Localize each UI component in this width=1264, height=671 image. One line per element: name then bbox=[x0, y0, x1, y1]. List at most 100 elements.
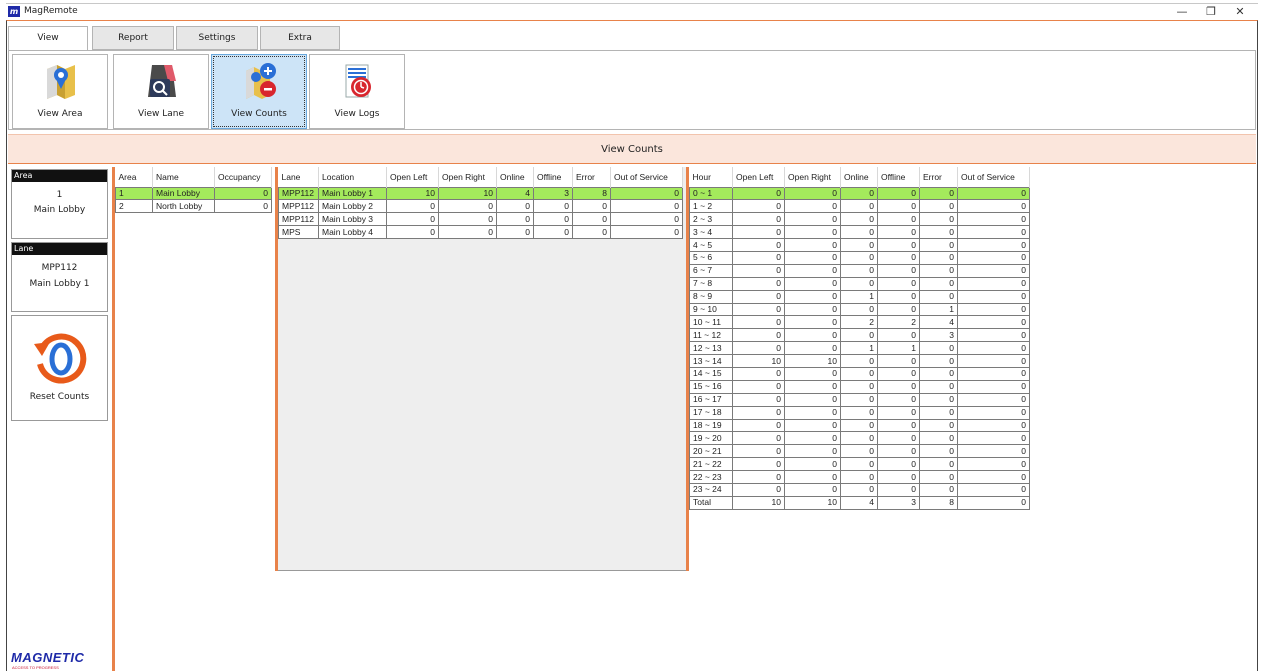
column-header[interactable]: Open Right bbox=[438, 167, 497, 187]
column-header[interactable]: Hour bbox=[689, 167, 733, 187]
table-row[interactable]: 12 ~ 13 0 0 1 1 0 0 bbox=[689, 341, 1030, 356]
table-cell: 4 ~ 5 bbox=[689, 238, 733, 252]
table-cell: 21 ~ 22 bbox=[689, 457, 733, 472]
lane-card[interactable]: Lane MPP112 Main Lobby 1 bbox=[11, 242, 108, 312]
table-cell: Main Lobby bbox=[152, 186, 215, 201]
table-row[interactable]: 11 ~ 12 0 0 0 0 3 0 bbox=[689, 328, 1030, 343]
table-row[interactable]: 18 ~ 19 0 0 0 0 0 0 bbox=[689, 418, 1030, 433]
table-row[interactable]: 6 ~ 7000000 bbox=[689, 263, 1030, 278]
table-row[interactable]: 17 ~ 18 0 0 0 0 0 0 bbox=[689, 405, 1030, 420]
table-cell: 0 bbox=[877, 225, 920, 240]
column-header[interactable]: Out of Service bbox=[610, 167, 683, 187]
area-grid-panel: Area Name Occupancy 1 Main Lobby 0 2 North L… bbox=[115, 167, 275, 571]
table-cell: 19 ~ 20 bbox=[689, 431, 733, 446]
area-card[interactable]: Area 1 Main Lobby bbox=[11, 169, 108, 239]
table-row[interactable]: 7 ~ 8000000 bbox=[689, 276, 1030, 291]
table-cell: 0 bbox=[877, 186, 920, 201]
window-title: MagRemote bbox=[24, 6, 78, 16]
column-header[interactable]: Online bbox=[496, 167, 534, 187]
table-cell: 0 bbox=[877, 431, 920, 446]
table-cell: 0 bbox=[572, 199, 611, 214]
view-lane-button[interactable]: View Lane bbox=[113, 54, 209, 129]
table-cell: 0 bbox=[610, 212, 683, 227]
tab-report[interactable]: Report bbox=[92, 26, 174, 50]
column-header[interactable]: Open Left bbox=[732, 167, 785, 187]
table-row[interactable]: 21 ~ 22 0 0 0 0 0 0 bbox=[689, 457, 1030, 472]
table-cell: 0 bbox=[784, 457, 841, 472]
table-row[interactable]: 1 ~ 2000000 bbox=[689, 199, 1030, 214]
table-row[interactable]: MPP112 Main Lobby 1 10 10 4 3 8 0 bbox=[278, 186, 683, 201]
table-row[interactable]: 14 ~ 15 0 0 0 0 0 0 bbox=[689, 366, 1030, 381]
table-row[interactable]: 0 ~ 1000000 bbox=[689, 186, 1030, 201]
table-cell: 1 bbox=[919, 302, 958, 317]
table-row[interactable]: MPS Main Lobby 4000000 bbox=[278, 225, 683, 240]
table-row[interactable]: 8 ~ 9001000 bbox=[689, 289, 1030, 304]
table-row[interactable]: 16 ~ 17 0 0 0 0 0 0 bbox=[689, 392, 1030, 407]
column-header[interactable]: Error bbox=[572, 167, 611, 187]
table-cell: MPS bbox=[278, 225, 319, 240]
table-row[interactable]: 10 ~ 11 0 0 2 2 4 0 bbox=[689, 315, 1030, 330]
table-row[interactable]: 1 Main Lobby 0 bbox=[115, 186, 272, 201]
table-cell: 0 bbox=[957, 354, 1030, 368]
table-row[interactable]: 15 ~ 16 0 0 0 0 0 0 bbox=[689, 379, 1030, 394]
view-counts-button[interactable]: View Counts bbox=[211, 54, 307, 129]
table-row[interactable]: Total 10 10 4 3 8 0 bbox=[689, 495, 1030, 510]
column-header[interactable]: Open Left bbox=[386, 167, 439, 187]
table-cell: 0 bbox=[214, 186, 272, 201]
view-logs-label: View Logs bbox=[334, 109, 380, 119]
column-header[interactable]: Offline bbox=[533, 167, 573, 187]
table-cell: 7 ~ 8 bbox=[689, 276, 733, 291]
table-cell: 0 bbox=[732, 431, 785, 446]
table-row[interactable]: 3 ~ 4000000 bbox=[689, 225, 1030, 240]
column-header[interactable]: Offline bbox=[877, 167, 920, 187]
minimize-button[interactable]: — bbox=[1168, 4, 1196, 21]
close-button[interactable]: ✕ bbox=[1226, 4, 1254, 21]
table-cell: 13 ~ 14 bbox=[689, 354, 733, 368]
table-row[interactable]: 4 ~ 5000000 bbox=[689, 238, 1030, 252]
table-cell: 0 bbox=[784, 379, 841, 394]
tab-extra[interactable]: Extra bbox=[260, 26, 340, 50]
area-card-header: Area bbox=[12, 170, 107, 182]
table-cell: 0 bbox=[877, 470, 920, 484]
view-logs-button[interactable]: View Logs bbox=[309, 54, 405, 129]
table-cell: 0 bbox=[840, 444, 878, 459]
table-cell: 0 bbox=[957, 392, 1030, 407]
table-cell: 0 bbox=[840, 212, 878, 227]
table-row[interactable]: 2 ~ 3000000 bbox=[689, 212, 1030, 227]
column-header[interactable]: Area bbox=[115, 167, 153, 187]
table-cell: 2 bbox=[877, 315, 920, 330]
column-header[interactable]: Lane bbox=[278, 167, 319, 187]
table-cell: 2 bbox=[840, 315, 878, 330]
table-row[interactable]: 19 ~ 20 0 0 0 0 0 0 bbox=[689, 431, 1030, 446]
column-header[interactable]: Open Right bbox=[784, 167, 841, 187]
column-header[interactable]: Error bbox=[919, 167, 958, 187]
tab-view[interactable]: View bbox=[8, 26, 88, 51]
table-row[interactable]: MPP112 Main Lobby 2000000 bbox=[278, 199, 683, 214]
table-row[interactable]: 13 ~ 14 10 10 0 0 0 0 bbox=[689, 354, 1030, 368]
table-cell: 0 bbox=[732, 199, 785, 214]
tab-settings[interactable]: Settings bbox=[176, 26, 258, 50]
reset-counts-button[interactable]: Reset Counts bbox=[11, 315, 108, 421]
column-header[interactable]: Online bbox=[840, 167, 878, 187]
table-cell: 9 ~ 10 bbox=[689, 302, 733, 317]
table-cell: 0 bbox=[919, 444, 958, 459]
table-cell: 0 bbox=[919, 366, 958, 381]
table-cell: 1 bbox=[840, 341, 878, 356]
column-header[interactable]: Occupancy bbox=[214, 167, 272, 187]
table-row[interactable]: 20 ~ 21 0 0 0 0 0 0 bbox=[689, 444, 1030, 459]
reset-counts-label: Reset Counts bbox=[29, 392, 90, 402]
maximize-button[interactable]: ❐ bbox=[1197, 4, 1225, 21]
table-row[interactable]: 22 ~ 23 0 0 0 0 0 0 bbox=[689, 470, 1030, 484]
table-row[interactable]: 5 ~ 6000000 bbox=[689, 250, 1030, 265]
table-cell: 0 bbox=[732, 418, 785, 433]
column-header[interactable]: Name bbox=[152, 167, 215, 187]
view-area-button[interactable]: View Area bbox=[12, 54, 108, 129]
table-row[interactable]: 9 ~ 10 0 0 0 0 1 0 bbox=[689, 302, 1030, 317]
table-row[interactable]: MPP112 Main Lobby 3000000 bbox=[278, 212, 683, 227]
table-row[interactable]: 23 ~ 24 0 0 0 0 0 0 bbox=[689, 482, 1030, 497]
table-cell: 0 bbox=[840, 199, 878, 214]
table-cell: 0 bbox=[784, 482, 841, 497]
column-header[interactable]: Location bbox=[318, 167, 387, 187]
table-row[interactable]: 2 North Lobby 0 bbox=[115, 199, 272, 214]
column-header[interactable]: Out of Service bbox=[957, 167, 1030, 187]
